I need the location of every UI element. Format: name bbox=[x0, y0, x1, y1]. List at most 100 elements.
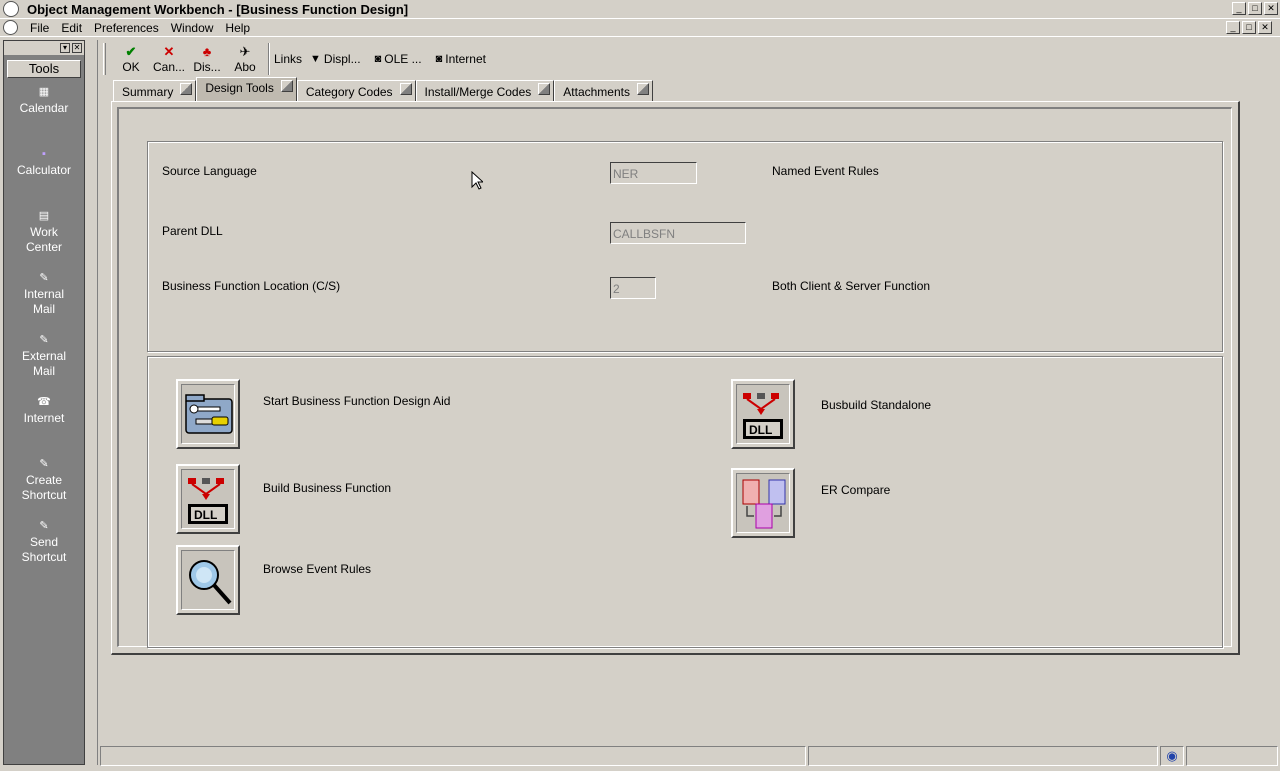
calendar-icon: ▦ bbox=[38, 86, 50, 98]
status-cell-secondary bbox=[808, 746, 1158, 766]
er-compare-button[interactable] bbox=[731, 468, 795, 538]
display-icon: ♣ bbox=[202, 44, 212, 59]
busbuild-standalone-button[interactable]: DLL bbox=[731, 379, 795, 449]
dll-build-icon: DLL bbox=[181, 469, 235, 529]
sidebar-item-internet[interactable]: ☎ Internet bbox=[4, 395, 84, 426]
display-label: Dis... bbox=[193, 60, 221, 74]
mail-icon: ✎ bbox=[39, 272, 49, 284]
source-language-field: NER bbox=[610, 162, 697, 184]
sidebar-splitter[interactable] bbox=[86, 40, 98, 765]
sidebar-item-label: Calendar bbox=[19, 101, 69, 115]
tab-install-merge-codes[interactable]: Install/Merge Codes bbox=[415, 80, 555, 102]
shortcut-icon: ✎ bbox=[39, 520, 49, 532]
app-icon[interactable] bbox=[3, 1, 19, 17]
mail-icon: ✎ bbox=[39, 334, 49, 346]
mdi-child-icon[interactable] bbox=[3, 20, 18, 35]
sidebar-item-label: Internal Mail bbox=[23, 287, 65, 316]
close-button[interactable]: ✕ bbox=[1264, 2, 1278, 15]
menu-bar: File Edit Preferences Window Help _ □ ✕ bbox=[0, 19, 1280, 37]
design-aid-button[interactable] bbox=[176, 379, 240, 449]
menu-preferences[interactable]: Preferences bbox=[88, 21, 165, 35]
location-field: 2 bbox=[610, 277, 656, 299]
toolbar-separator bbox=[268, 43, 270, 75]
tab-category-codes[interactable]: Category Codes bbox=[296, 80, 416, 102]
window-title-bar: Object Management Workbench - [Business … bbox=[0, 0, 1280, 19]
sidebar-item-label: Send Shortcut bbox=[21, 535, 67, 564]
tab-label: Summary bbox=[122, 85, 174, 99]
tab-label: Install/Merge Codes bbox=[424, 85, 532, 99]
menu-file[interactable]: File bbox=[24, 21, 55, 35]
tools-sidebar: ▾ ✕ Tools ▦ Calendar ▪ Calculator ▤ Work… bbox=[3, 40, 85, 765]
build-business-function-button[interactable]: DLL bbox=[176, 464, 240, 534]
browse-event-rules-button[interactable] bbox=[176, 545, 240, 615]
status-cell-main bbox=[100, 746, 806, 766]
dll-build-icon: DLL bbox=[736, 384, 790, 444]
svg-text:DLL: DLL bbox=[749, 423, 772, 437]
ok-button[interactable]: ✔ OK bbox=[112, 44, 150, 74]
svg-text:DLL: DLL bbox=[194, 508, 217, 522]
sidebar-item-label: Work Center bbox=[25, 225, 63, 254]
about-button[interactable]: ✈ Abo bbox=[226, 44, 264, 74]
about-label: Abo bbox=[234, 60, 256, 74]
tab-strip: Summary Design Tools Category Codes Inst… bbox=[113, 77, 653, 102]
magnifier-icon bbox=[181, 550, 235, 610]
parent-dll-label: Parent DLL bbox=[162, 224, 223, 238]
ole-button[interactable]: ◙ OLE ... bbox=[375, 52, 422, 66]
tab-label: Design Tools bbox=[205, 81, 274, 95]
sidebar-item-label: Create Shortcut bbox=[21, 473, 67, 502]
status-cell-end bbox=[1186, 746, 1278, 766]
display-button[interactable]: ♣ Dis... bbox=[188, 44, 226, 74]
busbuild-standalone-label: Busbuild Standalone bbox=[821, 398, 932, 412]
tab-corner-icon bbox=[399, 83, 412, 95]
sidebar-item-create-shortcut[interactable]: ✎ Create Shortcut bbox=[4, 457, 84, 503]
internet-icon: ◙ bbox=[435, 53, 443, 65]
maximize-button[interactable]: □ bbox=[1248, 2, 1262, 15]
toolbar-grip[interactable] bbox=[103, 43, 106, 75]
calculator-icon: ▪ bbox=[42, 148, 46, 160]
sidebar-item-calendar[interactable]: ▦ Calendar bbox=[4, 85, 84, 116]
menu-edit[interactable]: Edit bbox=[55, 21, 88, 35]
tools-header[interactable]: Tools bbox=[7, 60, 81, 78]
title-window-controls: _ □ ✕ bbox=[1232, 2, 1278, 15]
tab-summary[interactable]: Summary bbox=[113, 80, 197, 102]
mdi-minimize-button[interactable]: _ bbox=[1226, 21, 1240, 34]
work-center-icon: ▤ bbox=[38, 210, 50, 222]
location-description: Both Client & Server Function bbox=[772, 279, 931, 293]
tab-corner-icon bbox=[280, 80, 293, 92]
checkmark-icon: ✔ bbox=[125, 44, 137, 59]
menu-window[interactable]: Window bbox=[165, 21, 220, 35]
status-cell-globe: ◉ bbox=[1160, 746, 1184, 766]
cancel-button[interactable]: ✕ Can... bbox=[150, 44, 188, 74]
tab-label: Attachments bbox=[563, 85, 630, 99]
minimize-button[interactable]: _ bbox=[1232, 2, 1246, 15]
sidebar-item-work-center[interactable]: ▤ Work Center bbox=[4, 209, 84, 255]
cancel-x-icon: ✕ bbox=[163, 44, 175, 59]
links-button[interactable]: Links bbox=[274, 52, 302, 66]
shortcut-icon: ✎ bbox=[39, 458, 49, 470]
mdi-restore-button[interactable]: □ bbox=[1242, 21, 1256, 34]
sidebar-item-external-mail[interactable]: ✎ External Mail bbox=[4, 333, 84, 379]
er-compare-label: ER Compare bbox=[821, 483, 891, 497]
mouse-cursor-icon bbox=[471, 171, 483, 190]
sidebar-item-label: Calculator bbox=[16, 163, 72, 177]
sidebar-dropdown-icon[interactable]: ▾ bbox=[60, 43, 70, 53]
sidebar-controls: ▾ ✕ bbox=[4, 41, 84, 55]
source-language-label: Source Language bbox=[162, 164, 257, 178]
sidebar-close-icon[interactable]: ✕ bbox=[72, 43, 82, 53]
internet-button[interactable]: ◙ Internet bbox=[436, 52, 486, 66]
tab-attachments[interactable]: Attachments bbox=[554, 80, 653, 102]
mdi-close-button[interactable]: ✕ bbox=[1258, 21, 1272, 34]
internet-label: Internet bbox=[445, 52, 486, 66]
display-dropdown[interactable]: ▼ Displ... bbox=[310, 52, 361, 66]
ok-label: OK bbox=[122, 60, 140, 74]
sidebar-item-calculator[interactable]: ▪ Calculator bbox=[4, 147, 84, 178]
ole-label: OLE ... bbox=[384, 52, 422, 66]
links-label: Links bbox=[274, 52, 303, 66]
sidebar-item-internal-mail[interactable]: ✎ Internal Mail bbox=[4, 271, 84, 317]
menu-help[interactable]: Help bbox=[219, 21, 256, 35]
toolbar: ✔ OK ✕ Can... ♣ Dis... ✈ Abo Links ▼ Dis… bbox=[100, 40, 1280, 78]
dropdown-arrow-icon: ▼ bbox=[310, 53, 321, 65]
mdi-window-controls: _ □ ✕ bbox=[1226, 21, 1272, 34]
sidebar-item-send-shortcut[interactable]: ✎ Send Shortcut bbox=[4, 519, 84, 565]
tab-design-tools[interactable]: Design Tools bbox=[196, 77, 297, 102]
